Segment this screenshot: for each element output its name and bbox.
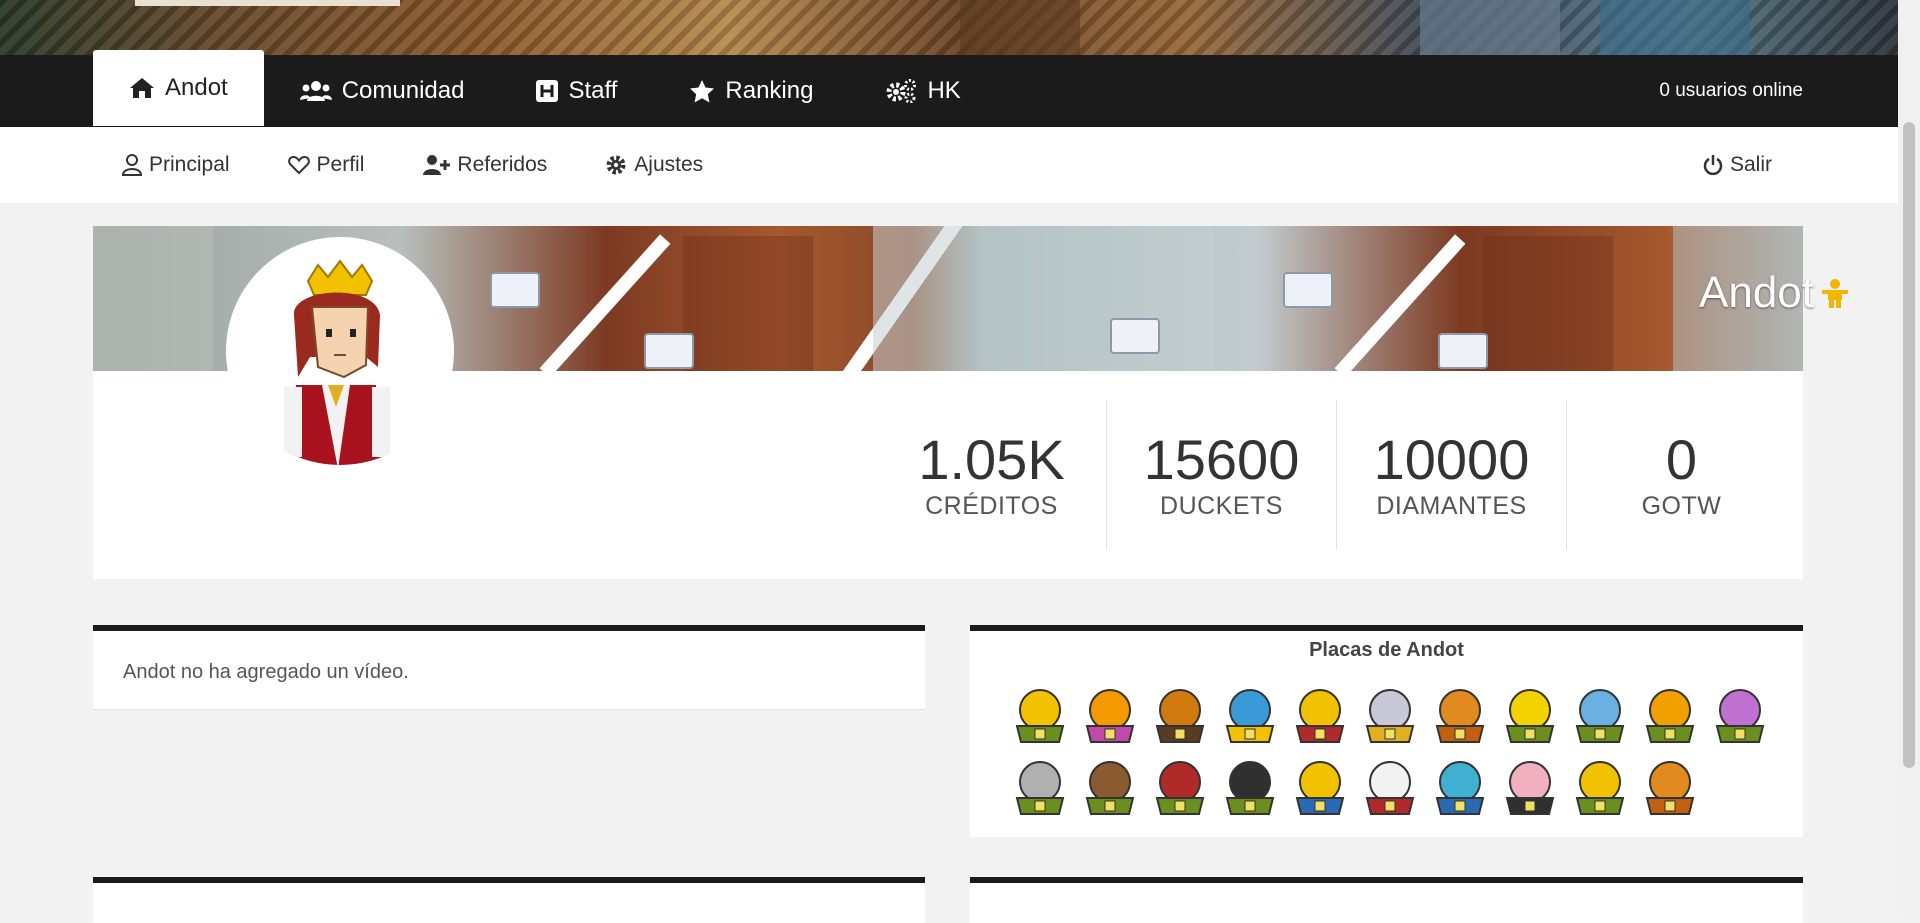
hospital-icon xyxy=(536,80,559,102)
user-plus-icon xyxy=(423,155,451,175)
stat-creditos: 1.05K CRÉDITOS xyxy=(877,400,1106,550)
stats-row: 1.05K CRÉDITOS 15600 DUCKETS 10000 DIAMA… xyxy=(877,400,1796,550)
tab-comunidad[interactable]: Comunidad xyxy=(264,55,501,127)
video-panel: Andot no ha agregado un vídeo. xyxy=(93,625,925,710)
stat-duckets: 15600 DUCKETS xyxy=(1106,400,1336,550)
logout-button[interactable]: Salir xyxy=(1703,127,1772,203)
badge-icon[interactable] xyxy=(1290,685,1350,745)
badge-icon[interactable] xyxy=(1430,685,1490,745)
badge-icon[interactable] xyxy=(1220,757,1280,817)
badge-icon[interactable] xyxy=(1710,685,1770,745)
heart-icon xyxy=(287,155,310,175)
badge-icon[interactable] xyxy=(1080,757,1140,817)
tab-label: Andot xyxy=(165,74,228,101)
stat-gotw: 0 GOTW xyxy=(1566,400,1796,550)
badge-icon[interactable] xyxy=(1150,757,1210,817)
tab-staff[interactable]: Staff xyxy=(500,55,653,127)
badge-icon[interactable] xyxy=(1640,757,1700,817)
badge-icon[interactable] xyxy=(1150,685,1210,745)
badges-panel: Placas de Andot xyxy=(970,625,1803,837)
badge-icon[interactable] xyxy=(1500,685,1560,745)
user-icon xyxy=(122,154,142,176)
stat-label: CRÉDITOS xyxy=(925,491,1058,520)
badge-icon[interactable] xyxy=(1290,757,1350,817)
stat-label: DIAMANTES xyxy=(1376,491,1527,520)
badge-icon[interactable] xyxy=(1360,757,1420,817)
panel-placeholder xyxy=(93,877,925,923)
scrollbar-thumb[interactable] xyxy=(1903,122,1915,768)
cogs-icon xyxy=(886,79,917,103)
header-banner-image xyxy=(0,0,1920,55)
subnav-principal[interactable]: Principal xyxy=(122,127,230,203)
badges-title: Placas de Andot xyxy=(1309,639,1464,661)
tab-home[interactable]: Andot xyxy=(93,50,264,126)
home-icon xyxy=(130,78,154,98)
tab-label: Ranking xyxy=(725,77,814,104)
page-scrollbar[interactable] xyxy=(1898,0,1920,914)
badge-icon[interactable] xyxy=(1220,685,1280,745)
username-text: Andot xyxy=(1699,268,1814,317)
stat-value: 15600 xyxy=(1143,427,1300,491)
stat-label: DUCKETS xyxy=(1160,491,1283,520)
subnav-label: Referidos xyxy=(457,153,548,176)
badge-icon[interactable] xyxy=(1570,685,1630,745)
badge-icon[interactable] xyxy=(1360,685,1420,745)
stat-value: 1.05K xyxy=(918,427,1065,491)
stat-diamantes: 10000 DIAMANTES xyxy=(1336,400,1566,550)
subnav-label: Perfil xyxy=(316,153,365,176)
star-icon xyxy=(690,79,715,102)
users-icon xyxy=(299,81,332,101)
video-empty-message: Andot no ha agregado un vídeo. xyxy=(123,661,409,683)
subnav-referidos[interactable]: Referidos xyxy=(422,127,547,203)
subnav-label: Principal xyxy=(149,153,230,176)
badge-icon[interactable] xyxy=(1500,757,1560,817)
badge-icon[interactable] xyxy=(1010,685,1070,745)
subnav-ajustes[interactable]: Ajustes xyxy=(605,127,703,203)
tab-label: Comunidad xyxy=(341,77,465,104)
top-navigation: Andot Comunidad Staff Ranking HK 0 usuar… xyxy=(0,50,1898,127)
subnav-label: Ajustes xyxy=(634,153,704,176)
subnav-perfil[interactable]: Perfil xyxy=(287,127,365,203)
tab-label: HK xyxy=(927,77,961,104)
badge-icon[interactable] xyxy=(1080,685,1140,745)
logout-label: Salir xyxy=(1729,153,1772,176)
tab-hk[interactable]: HK xyxy=(849,55,996,127)
online-users-count: 0 usuarios online xyxy=(1659,80,1803,101)
cog-icon xyxy=(606,155,626,175)
profile-username: Andot xyxy=(1699,268,1850,318)
tab-ranking[interactable]: Ranking xyxy=(653,55,849,127)
power-icon xyxy=(1703,155,1723,176)
stat-value: 10000 xyxy=(1373,427,1530,491)
badge-icon[interactable] xyxy=(1010,757,1070,817)
badges-grid xyxy=(1010,685,1780,817)
online-status-icon xyxy=(1822,279,1848,308)
badge-icon[interactable] xyxy=(1640,685,1700,745)
tab-label: Staff xyxy=(568,77,618,104)
sub-navigation: Principal Perfil Referidos Ajustes Salir xyxy=(0,127,1898,203)
badge-icon[interactable] xyxy=(1570,757,1630,817)
panel-placeholder xyxy=(970,877,1803,923)
stat-value: 0 xyxy=(1665,427,1698,491)
badge-icon[interactable] xyxy=(1430,757,1490,817)
avatar xyxy=(226,237,454,465)
stat-label: GOTW xyxy=(1641,491,1722,520)
